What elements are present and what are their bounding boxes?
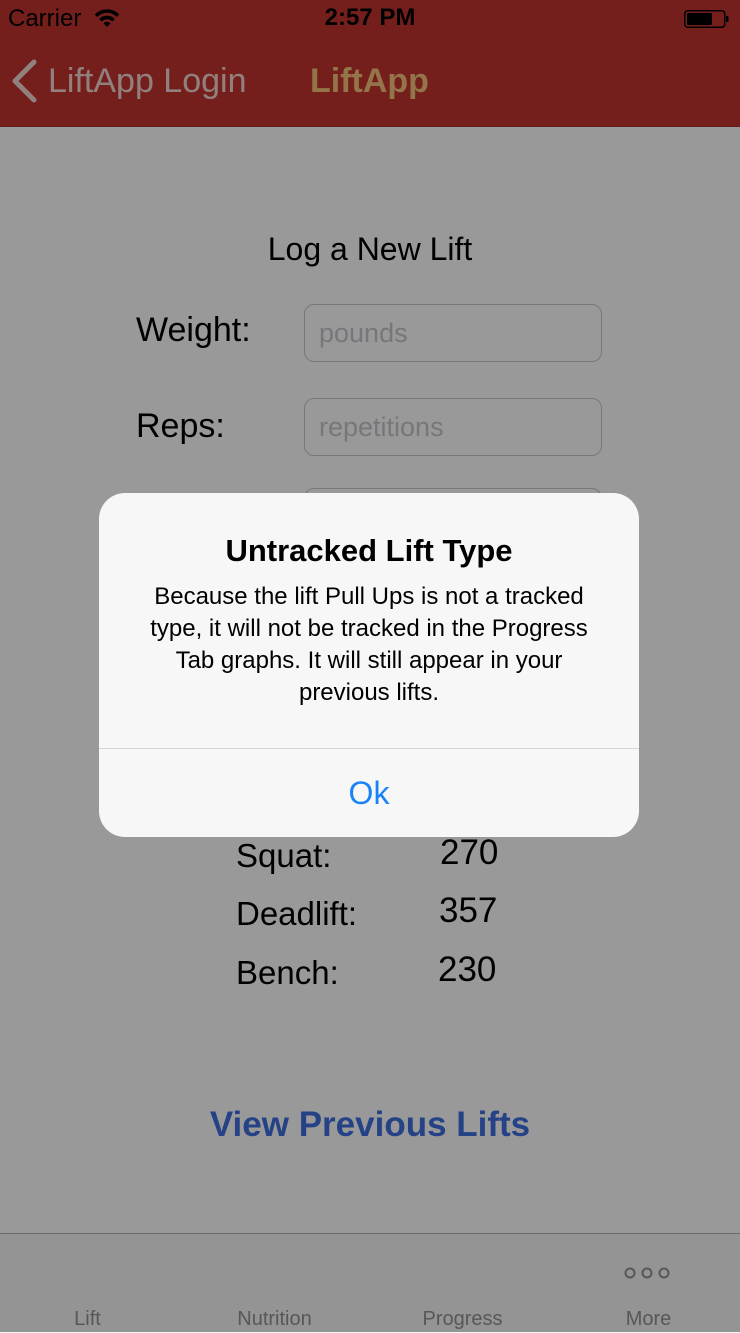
- alert-dialog: Untracked Lift Type Because the lift Pul…: [99, 493, 639, 837]
- alert-message: Because the lift Pull Ups is not a track…: [150, 583, 588, 706]
- app-screen: Carrier 2:57 PM LiftApp Login LiftApp Lo…: [0, 0, 740, 1333]
- alert-title: Untracked Lift Type: [225, 533, 513, 568]
- ok-button[interactable]: Ok: [99, 749, 639, 837]
